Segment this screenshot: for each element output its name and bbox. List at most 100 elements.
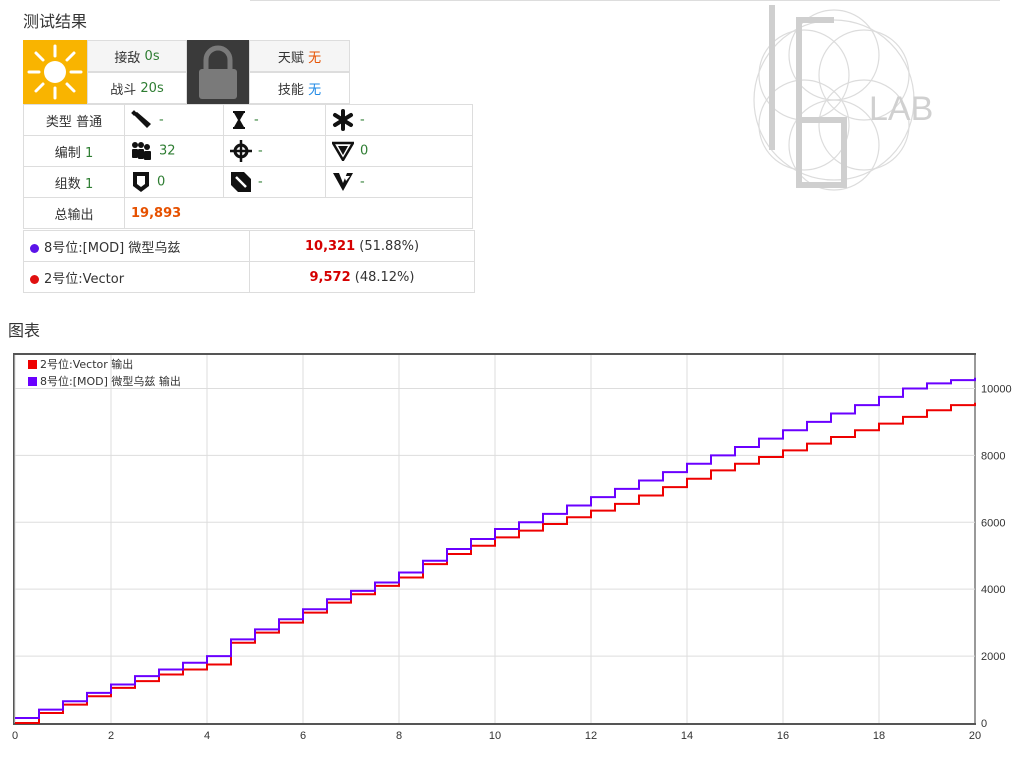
- asterisk-cell: -: [325, 104, 473, 136]
- x-tick-label: 18: [873, 730, 885, 742]
- contribution-table: 8号位:[MOD] 微型乌兹 10,321 (51.88%) 2号位:Vecto…: [23, 230, 475, 293]
- type-label: 类型: [45, 114, 72, 130]
- y-tick-label: 4000: [981, 584, 1005, 596]
- total-value-cell: 19,893: [124, 197, 473, 229]
- locked-slot: [187, 40, 249, 104]
- contributor-damage-cell: 9,572 (48.12%): [249, 261, 475, 293]
- stats-row-groups: 组数 1 0 - -: [23, 166, 473, 198]
- shield-icon: [131, 171, 151, 193]
- total-label: 总输出: [54, 207, 94, 223]
- skill-cell: 技能 无: [249, 72, 350, 104]
- red-dot-icon: [30, 274, 39, 284]
- contribution-row: 2号位:Vector 9,572 (48.12%): [23, 261, 475, 293]
- chart-section-title: 图表: [8, 321, 41, 340]
- legend-swatch: [28, 360, 37, 369]
- x-tick-label: 20: [969, 730, 981, 742]
- y-tick-label: 10000: [981, 383, 1012, 395]
- contribution-row: 8号位:[MOD] 微型乌兹 10,321 (51.88%): [23, 230, 475, 262]
- contributor-damage-cell: 10,321 (51.88%): [249, 230, 475, 262]
- y-tick-label: 2000: [981, 651, 1005, 663]
- legend-swatch: [28, 377, 37, 386]
- contributor-name: 8号位:[MOD] 微型乌兹: [44, 240, 181, 256]
- crosshair-value: -: [258, 143, 263, 159]
- dodge-cell: -: [223, 166, 326, 198]
- bullet-icon: [131, 110, 153, 130]
- lock-icon: [199, 45, 237, 99]
- y-tick-label: 6000: [981, 517, 1005, 529]
- x-tick-label: 12: [585, 730, 597, 742]
- type-value: 普通: [76, 114, 103, 130]
- stats-table: 类型 普通 - - - 编制 1 32 - 0 组数 1 0 - - 总输出 1…: [23, 104, 473, 229]
- squad-value: 32: [159, 143, 176, 159]
- battle-value: 20s: [140, 80, 164, 96]
- total-label-cell: 总输出: [23, 197, 125, 229]
- formation-cell: 编制 1: [23, 135, 125, 167]
- asterisk-icon: [332, 109, 354, 131]
- ammo-value: -: [159, 112, 164, 128]
- x-axis-ticks: 0 2 4 6 8 10 12 14 16 18 20: [12, 730, 981, 742]
- damage-output-chart: 0 2 4 6 8 10 12 14 16 18 20 0 2000 4000 6000 8000 10000…: [12, 353, 1012, 742]
- victory-cell: -: [325, 166, 473, 198]
- result-section-title: 测试结果: [23, 12, 88, 31]
- armor-pierce-cell: 0: [325, 135, 473, 167]
- asterisk-value: -: [360, 112, 365, 128]
- formation-label: 编制: [54, 145, 81, 161]
- dodge-value: -: [258, 174, 263, 190]
- victory-value: -: [360, 174, 365, 190]
- hourglass-icon: [230, 110, 248, 130]
- x-tick-label: 16: [777, 730, 789, 742]
- x-tick-label: 14: [681, 730, 693, 742]
- x-tick-label: 4: [204, 730, 210, 742]
- engage-time-cell: 接敌 0s: [87, 40, 187, 72]
- hourglass-value: -: [254, 112, 259, 128]
- purple-dot-icon: [30, 243, 39, 253]
- y-axis-ticks: 0 2000 4000 6000 8000 10000: [981, 383, 1012, 730]
- armor-pierce-icon: [332, 141, 354, 161]
- victory-icon: [332, 172, 354, 192]
- y-tick-label: 0: [981, 718, 987, 730]
- battle-label: 战斗: [110, 82, 137, 98]
- legend-label: 2号位:Vector 输出: [40, 357, 133, 371]
- groups-label: 组数: [54, 176, 81, 192]
- squad-icon: [131, 141, 153, 161]
- contributor-percent: (51.88%): [359, 238, 420, 254]
- shield-value: 0: [157, 174, 166, 190]
- engage-label: 接敌: [114, 50, 141, 66]
- stats-row-type: 类型 普通 - - -: [23, 104, 473, 136]
- x-tick-label: 8: [396, 730, 402, 742]
- crosshair-cell: -: [223, 135, 326, 167]
- talent-label: 天赋: [277, 50, 304, 66]
- contributor-percent: (48.12%): [354, 269, 415, 285]
- ammo-cell: -: [124, 104, 224, 136]
- x-tick-label: 0: [12, 730, 18, 742]
- sun-icon: [27, 44, 83, 100]
- groups-cell: 组数 1: [23, 166, 125, 198]
- sun-emblem: [23, 40, 87, 104]
- battle-time-cell: 战斗 20s: [87, 72, 187, 104]
- skill-value: 无: [308, 82, 322, 98]
- crosshair-icon: [230, 140, 252, 162]
- dodge-icon: [230, 171, 252, 193]
- squad-cell: 32: [124, 135, 224, 167]
- stats-row-total: 总输出 19,893: [23, 197, 473, 229]
- y-tick-label: 8000: [981, 450, 1005, 462]
- type-cell: 类型 普通: [23, 104, 125, 136]
- contributor-name-cell: 8号位:[MOD] 微型乌兹: [23, 230, 250, 262]
- contributor-name-cell: 2号位:Vector: [23, 261, 250, 293]
- stats-row-formation: 编制 1 32 - 0: [23, 135, 473, 167]
- formation-value: 1: [84, 145, 94, 161]
- contributor-damage: 9,572: [309, 269, 351, 285]
- talent-value: 无: [308, 50, 322, 66]
- skill-label: 技能: [277, 82, 304, 98]
- contributor-damage: 10,321: [304, 238, 356, 254]
- armor-pierce-value: 0: [360, 143, 369, 159]
- x-tick-label: 10: [489, 730, 501, 742]
- x-tick-label: 6: [300, 730, 306, 742]
- lab-watermark-logo: LAB: [753, 5, 933, 191]
- hourglass-cell: -: [223, 104, 326, 136]
- legend-label: 8号位:[MOD] 微型乌兹 输出: [40, 374, 181, 388]
- groups-value: 1: [84, 176, 94, 192]
- shield-cell: 0: [124, 166, 224, 198]
- contributor-name: 2号位:Vector: [44, 271, 125, 287]
- talent-cell: 天赋 无: [249, 40, 350, 72]
